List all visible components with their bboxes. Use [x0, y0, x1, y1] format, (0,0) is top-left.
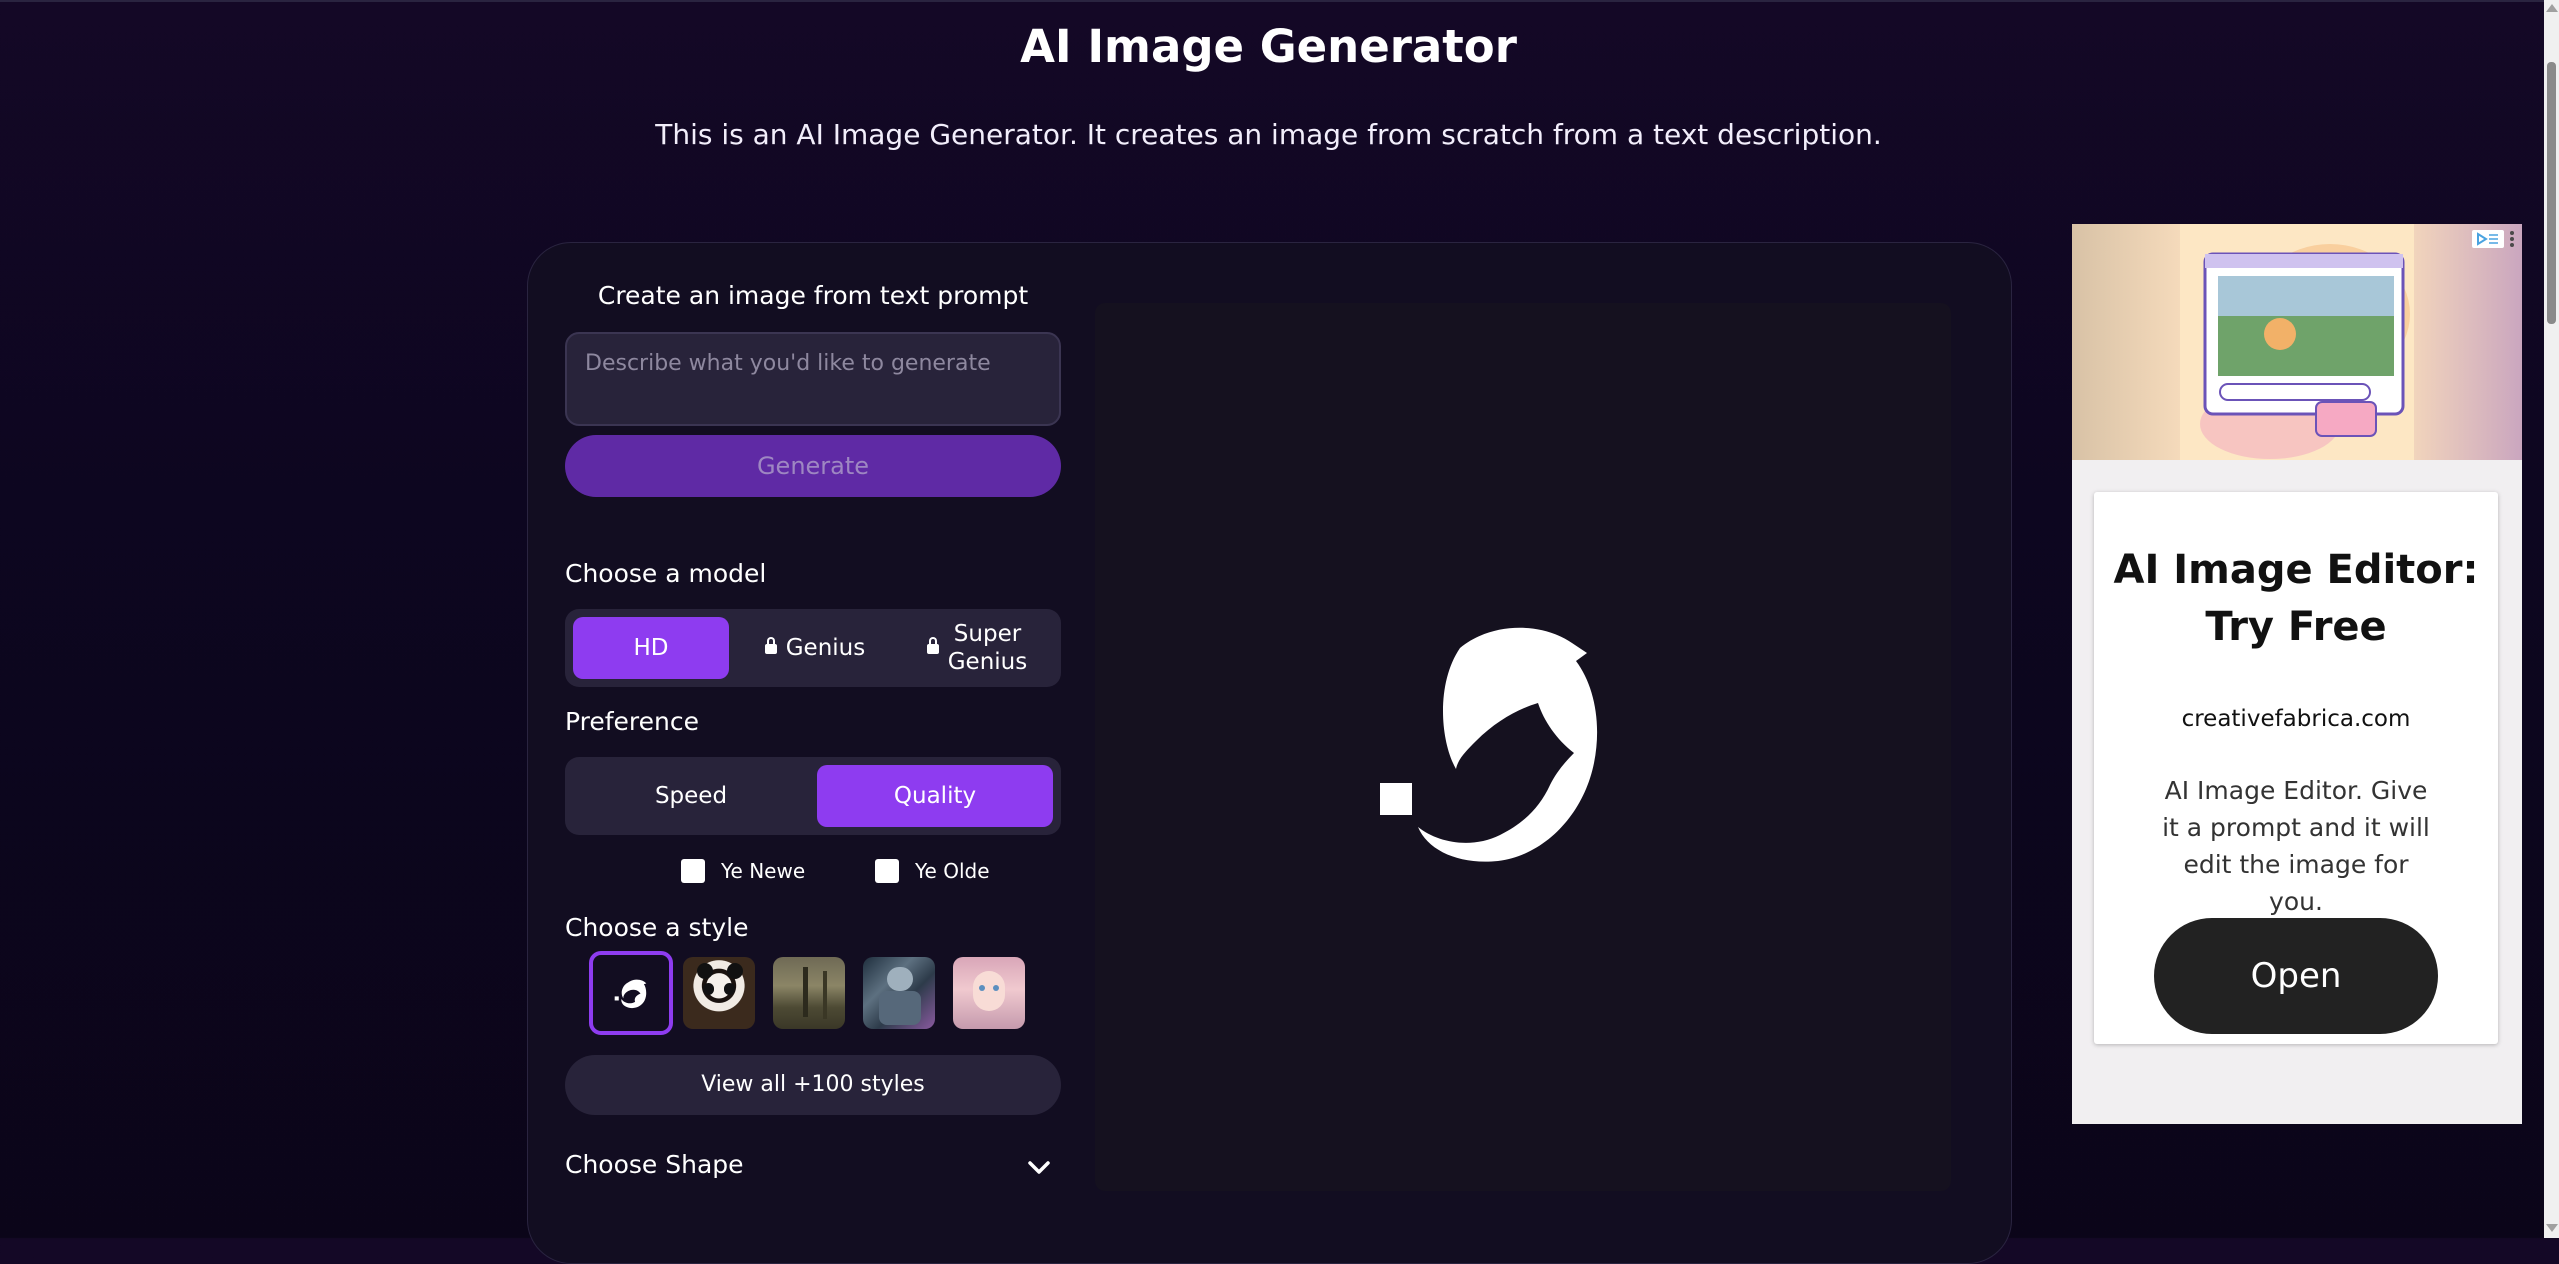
style-thumb-robot[interactable]	[863, 957, 935, 1029]
advertisement[interactable]: AI Image Editor: Try Free creativefabric…	[2072, 224, 2522, 1124]
generate-button[interactable]: Generate	[565, 435, 1061, 497]
page-subtitle: This is an AI Image Generator. It create…	[655, 118, 1882, 151]
shape-label: Choose Shape	[565, 1150, 744, 1179]
chevron-down-icon	[1028, 1161, 1050, 1174]
ad-choices-icon	[2472, 230, 2504, 248]
portrait-face	[973, 971, 1005, 1011]
prompt-input[interactable]: Describe what you'd like to generate	[565, 332, 1061, 426]
checkbox-ye-newe[interactable]: Ye Newe	[681, 859, 805, 883]
preference-option-speed[interactable]: Speed	[573, 765, 809, 827]
scroll-down-icon[interactable]	[2546, 1224, 2558, 1232]
ad-title[interactable]: AI Image Editor: Try Free	[2094, 542, 2498, 656]
image-preview-canvas	[1095, 303, 1951, 1191]
style-thumb-portrait[interactable]	[953, 957, 1025, 1029]
panda-ear	[697, 963, 713, 979]
page-title: AI Image Generator	[1020, 20, 1517, 73]
preference-option-label: Speed	[654, 783, 728, 809]
lock-icon	[926, 637, 939, 655]
preference-label: Preference	[565, 707, 700, 736]
preference-option-label: Quality	[893, 783, 977, 809]
checkbox-ye-olde[interactable]: Ye Olde	[875, 859, 990, 883]
panda-eye	[724, 983, 735, 995]
scrollbar-thumb[interactable]	[2547, 62, 2556, 324]
dolphin-logo-icon	[1380, 627, 1598, 862]
top-border	[0, 0, 2544, 2]
robot-body	[879, 991, 921, 1025]
dolphin-logo-icon	[614, 979, 647, 1009]
model-label: Choose a model	[565, 559, 767, 588]
checkbox-label: Ye Olde	[915, 859, 990, 883]
ad-menu-icon	[2510, 231, 2514, 247]
choose-shape-toggle[interactable]: Choose Shape	[565, 1148, 1061, 1188]
lock-icon	[764, 637, 777, 655]
checkbox-box[interactable]	[681, 859, 705, 883]
generator-panel: Create an image from text prompt Describ…	[527, 242, 2012, 1264]
prompt-placeholder: Describe what you'd like to generate	[585, 351, 991, 376]
model-option-super-genius[interactable]: Super Genius	[901, 617, 1053, 679]
style-thumb-default[interactable]	[589, 951, 673, 1035]
panda-ear	[727, 963, 743, 979]
ad-banner-image[interactable]	[2072, 224, 2522, 460]
style-thumb-forest[interactable]	[773, 957, 845, 1029]
checkbox-label: Ye Newe	[721, 859, 806, 883]
model-option-hd[interactable]: HD	[573, 617, 729, 679]
model-selector: HD Genius Super Genius	[565, 609, 1061, 687]
checkbox-box[interactable]	[875, 859, 899, 883]
view-all-styles-button[interactable]: View all +100 styles	[565, 1055, 1061, 1115]
ad-choices[interactable]	[2472, 230, 2516, 248]
portrait-eye	[993, 985, 999, 991]
ad-open-button[interactable]: Open	[2154, 918, 2438, 1034]
style-thumb-panda[interactable]	[683, 957, 755, 1029]
model-option-label: Super Genius	[947, 621, 1028, 675]
portrait-eye	[979, 985, 985, 991]
prompt-title: Create an image from text prompt	[597, 281, 1029, 310]
preference-option-quality[interactable]: Quality	[817, 765, 1053, 827]
ad-domain[interactable]: creativefabrica.com	[2094, 706, 2498, 732]
preference-selector: Speed Quality	[565, 757, 1061, 835]
robot-head	[887, 967, 913, 991]
ad-description: AI Image Editor. Give it a prompt and it…	[2162, 776, 2430, 916]
scroll-up-icon[interactable]	[2546, 4, 2558, 12]
ad-card[interactable]: AI Image Editor: Try Free creativefabric…	[2094, 492, 2498, 1044]
model-option-label: HD	[633, 635, 669, 661]
model-option-label: Genius	[785, 635, 866, 661]
panda-eye	[703, 983, 714, 995]
ad-illustration	[2180, 224, 2414, 460]
tree-trunk	[803, 967, 808, 1017]
style-label: Choose a style	[565, 913, 749, 942]
tree-trunk	[823, 971, 827, 1019]
model-option-genius[interactable]: Genius	[737, 617, 893, 679]
